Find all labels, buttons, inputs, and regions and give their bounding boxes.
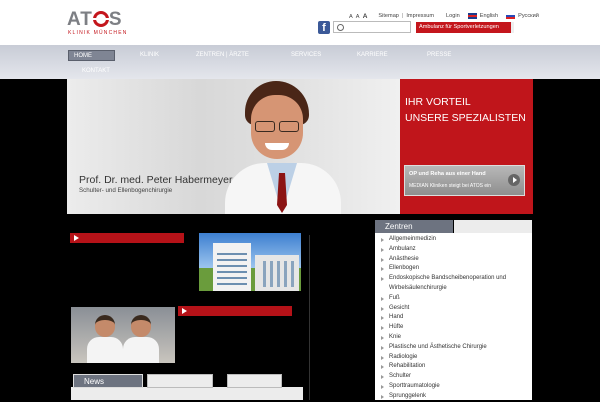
tab-second[interactable] [147,374,213,388]
nav-item-presse[interactable]: PRESSE [427,50,451,61]
russian-link[interactable]: Русский [518,13,539,19]
search-box [333,21,411,33]
top-utility-nav: A A A Sitemap | Impressum Login English … [349,11,539,21]
logo-wordmark: AT S [67,9,123,30]
list-item[interactable]: Schulter [375,372,532,382]
list-item[interactable]: Hand [375,313,532,323]
list-item[interactable]: Sporttraumatologie [375,382,532,392]
font-size-switcher: A A A [349,13,368,20]
uk-flag-icon [467,13,477,19]
doctor-portrait [225,81,341,214]
nav-item-services[interactable]: SERVICES [291,50,321,61]
english-link[interactable]: English [480,13,498,19]
doctors-image[interactable] [71,307,175,363]
sidebar-tabs: Zentren [375,220,532,233]
middle-column [309,235,373,400]
font-size-small[interactable]: A [349,14,353,20]
promo-teaser[interactable]: OP und Reha aus einer Hand MEDIAN Klinik… [404,165,525,196]
sitemap-link[interactable]: Sitemap [378,13,399,19]
list-item[interactable]: Ellenbogen [375,264,532,274]
promo-text: MEDIAN Kliniken steigt bei ATOS ein [409,183,492,189]
list-item[interactable]: Endoskopische Bandscheibenoperation und [375,274,532,284]
tab-content-area [71,387,303,400]
teaser-2-heading[interactable] [178,306,292,316]
hero-doctor-name: Prof. Dr. med. Peter Habermeyer [79,174,233,186]
nav-item-zentren-arzte[interactable]: ZENTREN | ÄRZTE [196,50,249,61]
nav-item-home[interactable]: HOME [68,50,115,61]
tab-zentren[interactable]: Zentren [375,220,453,233]
separator: | [401,13,404,19]
russia-flag-icon [506,13,516,19]
tab-news[interactable]: News [73,374,143,388]
logo-o-icon [90,11,111,27]
list-item[interactable]: Ambulanz [375,245,532,255]
font-size-large[interactable]: A [363,13,369,20]
login-link[interactable]: Login [446,13,460,19]
nav-item-kontakt[interactable]: KONTAKT [82,66,110,77]
search-input[interactable] [346,22,410,32]
list-item[interactable]: Gesicht [375,304,532,314]
arrow-right-icon[interactable] [508,174,520,186]
promo-title: OP und Reha aus einer Hand [409,171,486,177]
hero-banner: Prof. Dr. med. Peter Habermeyer Schulter… [67,79,533,214]
list-item[interactable]: Anästhesie [375,255,532,265]
logo-subtitle: KLINIK MÜNCHEN [68,30,128,36]
main-nav: HOME KLINIK ZENTREN | ÄRZTE SERVICES KAR… [0,45,600,79]
ambulanz-button[interactable]: Ambulanz für Sportverletzungen [416,22,514,33]
nav-item-klinik[interactable]: KLINIK [140,50,159,61]
impressum-link[interactable]: Impressum [406,13,434,19]
list-item[interactable]: Hüfte [375,323,532,333]
header: AT S KLINIK MÜNCHEN A A A Sitemap | Impre… [0,0,600,45]
hero-doctor-photo[interactable]: Prof. Dr. med. Peter Habermeyer Schulter… [67,79,400,214]
list-item[interactable]: Rehabilitation [375,362,532,372]
hero-doctor-role: Schulter- und Ellenbogenchirurgie [79,187,173,194]
search-icon[interactable] [337,24,344,31]
list-item[interactable]: Fuß [375,294,532,304]
teaser-1-heading[interactable] [70,233,184,243]
zentren-list: Allgemeinmedizin Ambulanz Anästhesie Ell… [375,233,532,400]
hero-headline-1: IHR VORTEIL [405,96,471,108]
list-item[interactable]: Radiologie [375,353,532,363]
nav-item-karriere[interactable]: KARRIERE [357,50,388,61]
list-item-continued[interactable]: Wirbelsäulenchirurgie [375,284,532,294]
list-item[interactable]: Knie [375,333,532,343]
list-item[interactable]: Allgemeinmedizin [375,235,532,245]
tab-arzte[interactable] [454,220,532,233]
list-item[interactable]: Sprunggelenk [375,392,532,402]
list-item[interactable]: Plastische und Ästhetische Chirurgie [375,343,532,353]
hero-headline-2: UNSERE SPEZIALISTEN [405,112,526,124]
hero-headline-panel: IHR VORTEIL UNSERE SPEZIALISTEN OP und R… [400,79,533,214]
font-size-medium[interactable]: A [356,14,360,20]
facebook-icon[interactable]: f [318,21,330,34]
tab-third[interactable] [227,374,282,388]
atos-logo[interactable]: AT S KLINIK MÜNCHEN [67,9,131,39]
clinic-building-image[interactable] [199,233,301,291]
